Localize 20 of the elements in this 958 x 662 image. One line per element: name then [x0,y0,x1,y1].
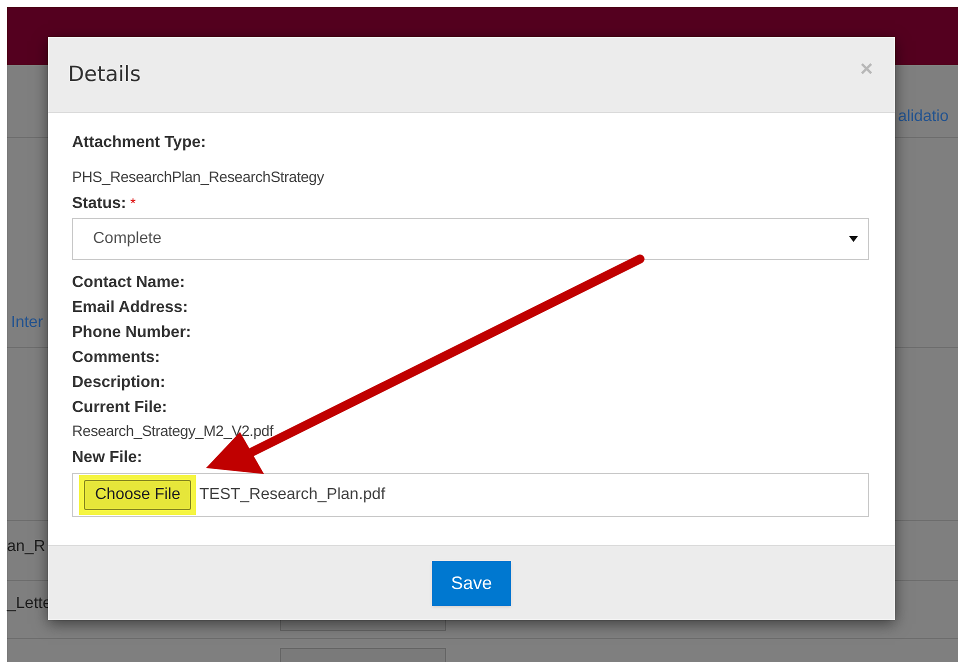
dialog-title: Details [68,60,141,88]
status-dropdown[interactable]: Complete [72,218,869,260]
table-cell-text: an_R [7,537,46,557]
field-label: Email Address: [72,298,188,318]
field-label: Status: [72,194,126,214]
field-label: New File: [72,448,142,468]
field-label: Contact Name: [72,272,185,292]
caret-icon [849,236,858,242]
field-label: Phone Number: [72,322,192,342]
field-value: Research_Strategy_M2_V2.pdf [72,422,274,442]
field-value: PHS_ResearchPlan_ResearchStrategy [72,168,324,188]
file-name: TEST_Research_Plan.pdf [199,485,386,505]
field-label: Comments: [72,348,160,368]
field-label: Attachment Type: [72,132,206,152]
choose-file-button[interactable]: Choose File [79,475,196,515]
file-input[interactable]: Choose File TEST_Research_Plan.pdf [72,473,869,517]
field-label: Description: [72,372,166,392]
field-label: Current File: [72,398,168,418]
required-mark: * [130,194,136,213]
save-button[interactable]: Save [432,560,511,606]
